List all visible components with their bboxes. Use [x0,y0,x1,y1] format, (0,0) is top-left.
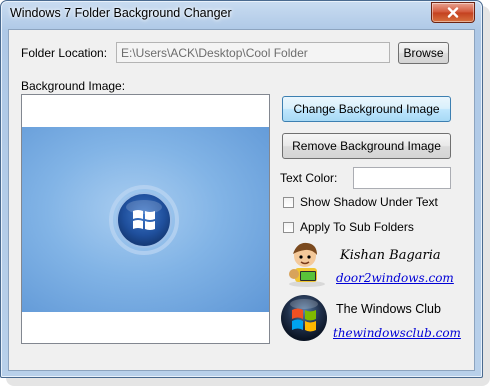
folder-location-field[interactable]: E:\Users\ACK\Desktop\Cool Folder [116,42,390,63]
browse-button[interactable]: Browse [398,42,449,64]
apply-subfolders-checkbox[interactable] [283,222,294,233]
title-bar[interactable]: Windows 7 Folder Background Changer [1,1,482,27]
club-link[interactable]: thewindowsclub.com [333,326,461,340]
folder-location-label: Folder Location: [21,46,108,60]
browse-button-label: Browse [403,46,444,60]
remove-background-button[interactable]: Remove Background Image [282,133,451,159]
author-link[interactable]: door2windows.com [336,271,454,285]
background-image-label: Background Image: [21,79,126,93]
change-background-label: Change Background Image [293,102,440,116]
close-icon [447,7,459,18]
remove-background-label: Remove Background Image [292,139,441,153]
window-title: Windows 7 Folder Background Changer [10,6,232,20]
club-name: The Windows Club [336,302,441,316]
wallpaper-image [22,127,269,312]
show-shadow-checkbox[interactable] [283,197,294,208]
client-area: Folder Location: E:\Users\ACK\Desktop\Co… [8,29,475,371]
close-button[interactable] [431,2,475,23]
text-color-field[interactable] [353,167,451,189]
background-preview [21,94,270,344]
show-shadow-label: Show Shadow Under Text [300,195,438,209]
app-window: Windows 7 Folder Background Changer Fold… [0,0,483,378]
text-color-label: Text Color: [280,171,338,185]
change-background-button[interactable]: Change Background Image [282,96,451,122]
author-name: Kishan Bagaria [340,248,441,263]
apply-subfolders-label: Apply To Sub Folders [300,220,414,234]
windows-club-logo-icon [281,295,327,341]
author-avatar-icon [289,242,325,287]
windows-logo-icon [109,185,179,255]
